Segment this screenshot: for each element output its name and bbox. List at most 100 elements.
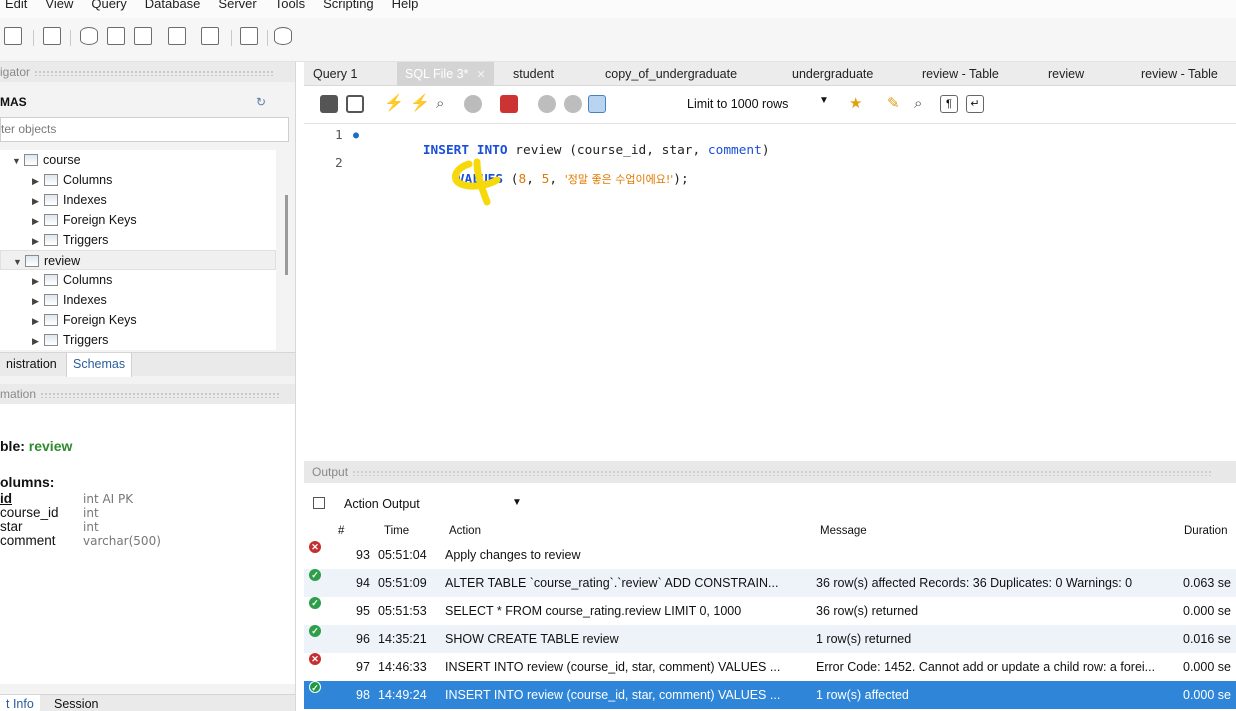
expand-arrow-icon[interactable]: ▼ xyxy=(13,252,25,272)
tab-copy-of-undergraduate[interactable]: copy_of_undergraduate xyxy=(605,62,737,86)
information-panel: ble: review olumns: id int AI PK course_… xyxy=(0,404,295,684)
create-view-icon[interactable] xyxy=(134,27,152,45)
column-header-duration[interactable]: Duration xyxy=(1184,525,1227,537)
information-header: mation xyxy=(0,384,295,404)
expand-arrow-icon[interactable]: ▶ xyxy=(32,171,44,191)
table-row[interactable]: ✕ 93 05:51:04 Apply changes to review xyxy=(304,541,1236,569)
output-panel-header: Output xyxy=(304,461,1236,483)
beautify-icon[interactable]: ✎ xyxy=(887,95,905,113)
success-icon: ✓ xyxy=(309,625,321,637)
schema-tree: ▼ course ▶ Columns ▶ Indexes ▶ Foreign Keys … xyxy=(0,150,276,350)
column-header-num[interactable]: # xyxy=(338,525,344,537)
create-procedure-icon[interactable] xyxy=(168,27,186,45)
sql-editor[interactable]: 1 ● INSERT INTO review (course_id, star,… xyxy=(304,124,1236,461)
chevron-down-icon[interactable]: ▼ xyxy=(819,95,829,106)
folder-icon xyxy=(44,334,58,346)
tab-student[interactable]: student xyxy=(513,62,554,86)
main-toolbar xyxy=(0,18,1236,62)
create-table-icon[interactable] xyxy=(107,27,125,45)
tab-query-1[interactable]: Query 1 xyxy=(313,62,357,86)
explain-icon[interactable]: ⌕ xyxy=(436,95,454,113)
folder-icon xyxy=(44,214,58,226)
copy-icon[interactable] xyxy=(313,497,325,509)
tab-review-table[interactable]: review - Table xyxy=(922,62,999,86)
create-schema-icon[interactable] xyxy=(80,27,98,45)
menu-tools[interactable]: Tools xyxy=(266,0,314,11)
close-tab-icon[interactable]: ✕ xyxy=(476,69,485,81)
tab-object-info[interactable]: t Info xyxy=(0,695,40,711)
create-function-icon[interactable] xyxy=(201,27,219,45)
expand-arrow-icon[interactable]: ▶ xyxy=(32,191,44,211)
chevron-down-icon[interactable]: ▼ xyxy=(512,497,522,508)
expand-arrow-icon[interactable]: ▶ xyxy=(32,331,44,351)
toggle-error-stop-icon[interactable] xyxy=(500,95,518,113)
stop-icon[interactable] xyxy=(464,95,482,113)
tree-node-course[interactable]: ▼ course xyxy=(12,150,81,170)
tree-node-indexes[interactable]: ▶ Indexes xyxy=(32,290,107,310)
expand-arrow-icon[interactable]: ▶ xyxy=(32,311,44,331)
limit-rows-select[interactable]: Limit to 1000 rows xyxy=(687,97,788,111)
table-row-selected[interactable]: ✓ 98 14:49:24 INSERT INTO review (course… xyxy=(304,681,1236,709)
column-header-action[interactable]: Action xyxy=(449,525,481,537)
expand-arrow-icon[interactable]: ▼ xyxy=(12,151,24,171)
tree-scrollbar[interactable] xyxy=(285,195,288,275)
handwritten-annotation xyxy=(452,158,501,206)
menu-view[interactable]: View xyxy=(36,0,82,11)
menu-server[interactable]: Server xyxy=(209,0,265,11)
tab-sql-file-3[interactable]: SQL File 3* ✕ xyxy=(397,62,494,86)
tab-review[interactable]: review xyxy=(1048,62,1084,86)
tree-node-review[interactable]: ▼ review xyxy=(0,250,276,270)
output-toolbar: Action Output ▼ xyxy=(304,483,1236,519)
tree-node-triggers[interactable]: ▶ Triggers xyxy=(32,230,108,250)
tab-undergraduate[interactable]: undergraduate xyxy=(792,62,873,86)
tree-node-foreign-keys[interactable]: ▶ Foreign Keys xyxy=(32,210,137,230)
tab-session[interactable]: Session xyxy=(48,695,104,711)
tree-node-triggers[interactable]: ▶ Triggers xyxy=(32,330,108,350)
rollback-icon[interactable] xyxy=(564,95,582,113)
action-output-grid: # Time Action Message Duration ✕ 93 05:5… xyxy=(304,519,1236,711)
save-icon[interactable] xyxy=(346,95,364,113)
table-row[interactable]: ✕ 97 14:46:33 INSERT INTO review (course… xyxy=(304,653,1236,681)
expand-arrow-icon[interactable]: ▶ xyxy=(32,211,44,231)
menu-edit[interactable]: Edit xyxy=(0,0,36,11)
open-folder-icon[interactable] xyxy=(320,95,338,113)
expand-arrow-icon[interactable]: ▶ xyxy=(32,231,44,251)
table-row[interactable]: ✓ 96 14:35:21 SHOW CREATE TABLE review 1… xyxy=(304,625,1236,653)
output-type-select[interactable]: Action Output xyxy=(344,497,420,511)
folder-icon xyxy=(44,194,58,206)
folder-icon xyxy=(44,234,58,246)
expand-arrow-icon[interactable]: ▶ xyxy=(32,291,44,311)
tab-administration[interactable]: nistration xyxy=(0,353,63,377)
invisible-chars-icon[interactable]: ¶ xyxy=(940,95,958,113)
new-sql-tab-icon[interactable] xyxy=(4,27,22,45)
menu-scripting[interactable]: Scripting xyxy=(314,0,383,11)
column-header-message[interactable]: Message xyxy=(820,525,867,537)
find-icon[interactable]: ⌕ xyxy=(914,95,932,113)
filter-objects-input[interactable]: ter objects xyxy=(0,117,289,142)
add-snippet-icon[interactable]: ★ xyxy=(849,95,867,113)
search-table-data-icon[interactable] xyxy=(240,27,258,45)
menu-database[interactable]: Database xyxy=(136,0,210,11)
column-header-time[interactable]: Time xyxy=(384,525,409,537)
word-wrap-icon[interactable]: ↵ xyxy=(966,95,984,113)
table-row[interactable]: ✓ 94 05:51:09 ALTER TABLE `course_rating… xyxy=(304,569,1236,597)
execute-current-icon[interactable]: ⚡ xyxy=(410,95,430,113)
menu-query[interactable]: Query xyxy=(82,0,135,11)
tree-node-indexes[interactable]: ▶ Indexes xyxy=(32,190,107,210)
table-icon xyxy=(25,255,39,267)
table-row[interactable]: ✓ 95 05:51:53 SELECT * FROM course_ratin… xyxy=(304,597,1236,625)
tree-node-columns[interactable]: ▶ Columns xyxy=(32,170,112,190)
execute-icon[interactable]: ⚡ xyxy=(384,95,404,113)
expand-arrow-icon[interactable]: ▶ xyxy=(32,271,44,291)
tree-node-columns[interactable]: ▶ Columns xyxy=(32,270,112,290)
refresh-icon[interactable]: ↻ xyxy=(256,92,266,112)
tab-schemas[interactable]: Schemas xyxy=(66,353,133,377)
commit-icon[interactable] xyxy=(538,95,556,113)
folder-icon xyxy=(44,314,58,326)
reconnect-icon[interactable] xyxy=(274,27,292,45)
open-sql-script-icon[interactable] xyxy=(43,27,61,45)
autocommit-icon[interactable] xyxy=(588,95,606,113)
menu-help[interactable]: Help xyxy=(383,0,428,11)
tree-node-foreign-keys[interactable]: ▶ Foreign Keys xyxy=(32,310,137,330)
tab-review-table-2[interactable]: review - Table xyxy=(1141,62,1218,86)
